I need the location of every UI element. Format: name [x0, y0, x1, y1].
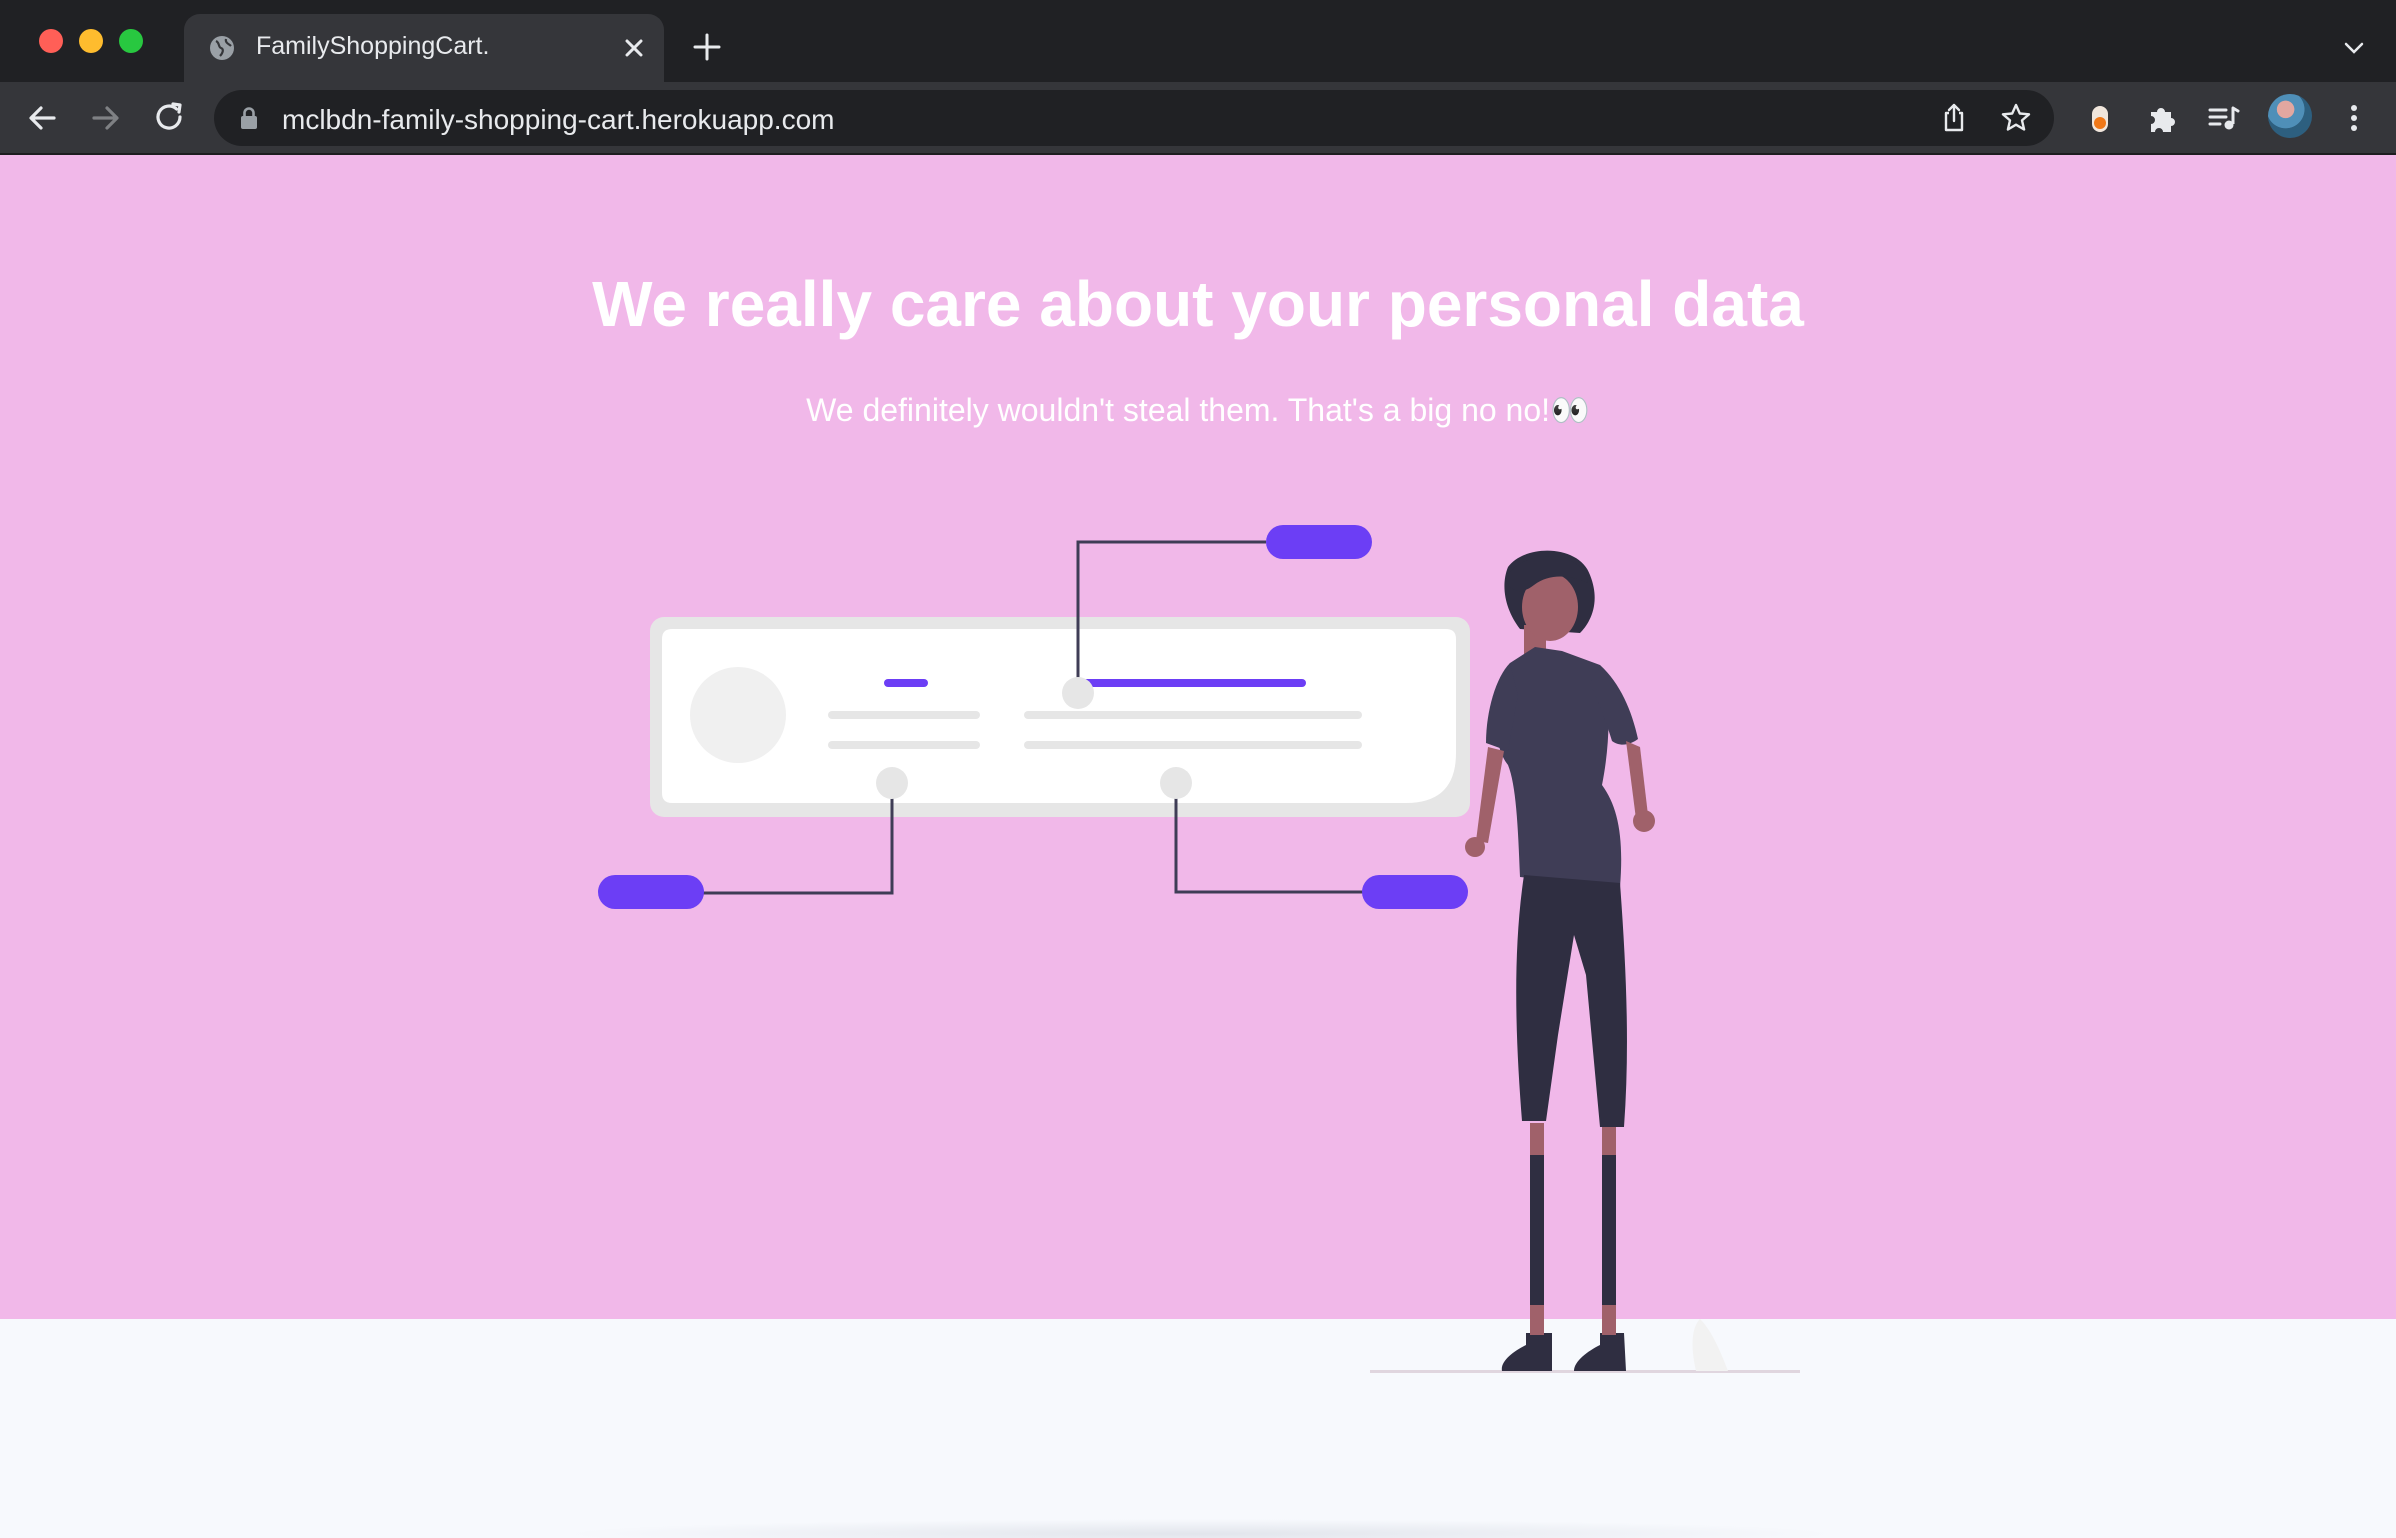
star-icon[interactable]	[2000, 102, 2032, 134]
browser-toolbar: mclbdn-family-shopping-cart.herokuapp.co…	[0, 82, 2396, 155]
avatar[interactable]	[2268, 94, 2312, 138]
connector-node	[1160, 767, 1192, 799]
share-icon[interactable]	[1938, 102, 1970, 134]
forward-icon[interactable]	[88, 100, 124, 136]
data-tag	[1362, 875, 1468, 909]
back-icon[interactable]	[24, 100, 60, 136]
section-shadow	[560, 1519, 1840, 1538]
close-window-button[interactable]	[39, 29, 63, 53]
page-viewport: We really care about your personal data …	[0, 155, 2396, 1538]
globe-icon	[210, 36, 234, 60]
zoom-window-button[interactable]	[119, 29, 143, 53]
personal-data-illustration	[598, 525, 1800, 1373]
data-tag	[598, 875, 704, 909]
connector-node	[876, 767, 908, 799]
active-tab[interactable]: FamilyShoppingCart.	[184, 14, 664, 82]
data-tag	[1266, 525, 1372, 559]
url-text[interactable]: mclbdn-family-shopping-cart.herokuapp.co…	[282, 104, 834, 136]
hero-section: We really care about your personal data …	[0, 155, 2396, 1373]
chevron-down-icon[interactable]	[2342, 36, 2366, 60]
connector-node	[1062, 677, 1094, 709]
address-bar[interactable]: mclbdn-family-shopping-cart.herokuapp.co…	[214, 90, 2054, 146]
media-queue-icon[interactable]	[2206, 100, 2242, 136]
leaf-decoration	[1692, 1319, 1728, 1371]
hero-subtitle: We definitely wouldn't steal them. That'…	[806, 392, 1590, 428]
woman-figure	[1465, 550, 1655, 1371]
tab-strip: FamilyShoppingCart.	[0, 0, 2396, 82]
lock-icon[interactable]	[238, 106, 260, 130]
tab-title: FamilyShoppingCart.	[256, 32, 490, 60]
new-tab-icon[interactable]	[690, 30, 724, 64]
menu-dots-icon[interactable]	[2336, 100, 2372, 136]
close-tab-icon[interactable]	[618, 32, 650, 64]
extension-toggle-icon[interactable]	[2082, 100, 2118, 136]
puzzle-icon[interactable]	[2144, 100, 2180, 136]
page-title: We really care about your personal data	[592, 268, 1804, 340]
reload-icon[interactable]	[152, 100, 188, 136]
minimize-window-button[interactable]	[79, 29, 103, 53]
profile-card-illustration	[650, 617, 1470, 817]
